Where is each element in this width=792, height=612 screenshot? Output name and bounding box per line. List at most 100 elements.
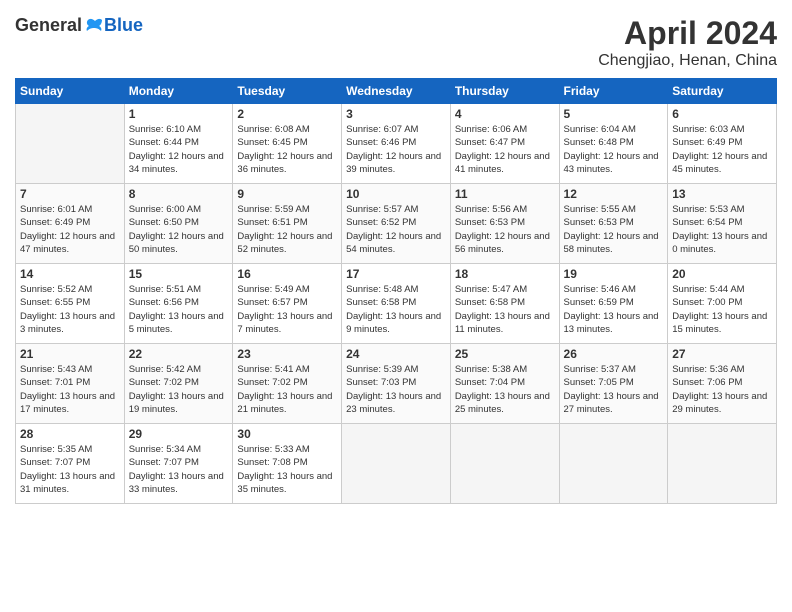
calendar-cell: 7 Sunrise: 6:01 AMSunset: 6:49 PMDaylight… bbox=[16, 184, 125, 264]
calendar-cell: 3 Sunrise: 6:07 AMSunset: 6:46 PMDaylight… bbox=[342, 104, 451, 184]
day-number: 9 bbox=[237, 187, 337, 201]
day-info: Sunrise: 6:07 AMSunset: 6:46 PMDaylight:… bbox=[346, 123, 446, 176]
day-info: Sunrise: 5:51 AMSunset: 6:56 PMDaylight:… bbox=[129, 283, 229, 336]
calendar-cell: 5Sunrise: 6:04 AMSunset: 6:48 PMDaylight… bbox=[559, 104, 668, 184]
day-info: Sunrise: 5:43 AMSunset: 7:01 PMDaylight:… bbox=[20, 363, 120, 416]
day-number: 20 bbox=[672, 267, 772, 281]
calendar-header-row: SundayMondayTuesdayWednesdayThursdayFrid… bbox=[16, 79, 777, 104]
day-info: Sunrise: 5:41 AMSunset: 7:02 PMDaylight:… bbox=[237, 363, 337, 416]
calendar-cell: 17 Sunrise: 5:48 AMSunset: 6:58 PMDayligh… bbox=[342, 264, 451, 344]
calendar-cell: 2Sunrise: 6:08 AMSunset: 6:45 PMDaylight… bbox=[233, 104, 342, 184]
calendar-cell: 26 Sunrise: 5:37 AMSunset: 7:05 PMDayligh… bbox=[559, 344, 668, 424]
calendar-cell: 8Sunrise: 6:00 AMSunset: 6:50 PMDaylight… bbox=[124, 184, 233, 264]
calendar-cell: 24Sunrise: 5:39 AMSunset: 7:03 PMDayligh… bbox=[342, 344, 451, 424]
day-info: Sunrise: 6:06 AMSunset: 6:47 PMDaylight:… bbox=[455, 123, 555, 176]
calendar-cell: 28Sunrise: 5:35 AMSunset: 7:07 PMDayligh… bbox=[16, 424, 125, 504]
logo: General Blue bbox=[15, 15, 143, 36]
day-info: Sunrise: 5:46 AMSunset: 6:59 PMDaylight:… bbox=[564, 283, 664, 336]
calendar-cell: 18 Sunrise: 5:47 AMSunset: 6:58 PMDayligh… bbox=[450, 264, 559, 344]
calendar-cell: 16 Sunrise: 5:49 AMSunset: 6:57 PMDayligh… bbox=[233, 264, 342, 344]
calendar-cell: 23 Sunrise: 5:41 AMSunset: 7:02 PMDayligh… bbox=[233, 344, 342, 424]
day-info: Sunrise: 5:38 AMSunset: 7:04 PMDaylight:… bbox=[455, 363, 555, 416]
day-number: 17 bbox=[346, 267, 446, 281]
day-info: Sunrise: 5:55 AMSunset: 6:53 PMDaylight:… bbox=[564, 203, 664, 256]
calendar-cell: 21 Sunrise: 5:43 AMSunset: 7:01 PMDayligh… bbox=[16, 344, 125, 424]
day-number: 4 bbox=[455, 107, 555, 121]
day-info: Sunrise: 5:52 AMSunset: 6:55 PMDaylight:… bbox=[20, 283, 120, 336]
calendar-cell bbox=[668, 424, 777, 504]
day-info: Sunrise: 6:08 AMSunset: 6:45 PMDaylight:… bbox=[237, 123, 337, 176]
calendar-cell: 13 Sunrise: 5:53 AMSunset: 6:54 PMDayligh… bbox=[668, 184, 777, 264]
page-container: General Blue April 2024 Chengjiao, Henan… bbox=[0, 0, 792, 514]
calendar-week-4: 21 Sunrise: 5:43 AMSunset: 7:01 PMDayligh… bbox=[16, 344, 777, 424]
calendar-cell: 19Sunrise: 5:46 AMSunset: 6:59 PMDayligh… bbox=[559, 264, 668, 344]
day-number: 12 bbox=[564, 187, 664, 201]
calendar-week-2: 7 Sunrise: 6:01 AMSunset: 6:49 PMDaylight… bbox=[16, 184, 777, 264]
day-number: 24 bbox=[346, 347, 446, 361]
day-number: 16 bbox=[237, 267, 337, 281]
day-info: Sunrise: 5:59 AMSunset: 6:51 PMDaylight:… bbox=[237, 203, 337, 256]
header-thursday: Thursday bbox=[450, 79, 559, 104]
calendar-cell bbox=[559, 424, 668, 504]
day-info: Sunrise: 5:48 AMSunset: 6:58 PMDaylight:… bbox=[346, 283, 446, 336]
calendar-cell: 22Sunrise: 5:42 AMSunset: 7:02 PMDayligh… bbox=[124, 344, 233, 424]
calendar-cell: 12 Sunrise: 5:55 AMSunset: 6:53 PMDayligh… bbox=[559, 184, 668, 264]
day-number: 13 bbox=[672, 187, 772, 201]
day-number: 23 bbox=[237, 347, 337, 361]
day-number: 7 bbox=[20, 187, 120, 201]
calendar-cell: 27 Sunrise: 5:36 AMSunset: 7:06 PMDayligh… bbox=[668, 344, 777, 424]
day-number: 25 bbox=[455, 347, 555, 361]
page-header: General Blue April 2024 Chengjiao, Henan… bbox=[15, 15, 777, 70]
day-number: 27 bbox=[672, 347, 772, 361]
day-number: 26 bbox=[564, 347, 664, 361]
day-info: Sunrise: 5:34 AMSunset: 7:07 PMDaylight:… bbox=[129, 443, 229, 496]
day-info: Sunrise: 5:53 AMSunset: 6:54 PMDaylight:… bbox=[672, 203, 772, 256]
calendar-cell: 25 Sunrise: 5:38 AMSunset: 7:04 PMDayligh… bbox=[450, 344, 559, 424]
calendar-cell: 9 Sunrise: 5:59 AMSunset: 6:51 PMDaylight… bbox=[233, 184, 342, 264]
calendar-table: SundayMondayTuesdayWednesdayThursdayFrid… bbox=[15, 78, 777, 504]
calendar-cell bbox=[342, 424, 451, 504]
calendar-week-5: 28Sunrise: 5:35 AMSunset: 7:07 PMDayligh… bbox=[16, 424, 777, 504]
day-info: Sunrise: 5:56 AMSunset: 6:53 PMDaylight:… bbox=[455, 203, 555, 256]
day-number: 30 bbox=[237, 427, 337, 441]
day-info: Sunrise: 6:03 AMSunset: 6:49 PMDaylight:… bbox=[672, 123, 772, 176]
header-monday: Monday bbox=[124, 79, 233, 104]
day-number: 1 bbox=[129, 107, 229, 121]
day-number: 22 bbox=[129, 347, 229, 361]
calendar-cell: 1 Sunrise: 6:10 AMSunset: 6:44 PMDaylight… bbox=[124, 104, 233, 184]
day-number: 21 bbox=[20, 347, 120, 361]
day-number: 3 bbox=[346, 107, 446, 121]
day-number: 15 bbox=[129, 267, 229, 281]
day-number: 6 bbox=[672, 107, 772, 121]
day-info: Sunrise: 5:47 AMSunset: 6:58 PMDaylight:… bbox=[455, 283, 555, 336]
day-info: Sunrise: 5:37 AMSunset: 7:05 PMDaylight:… bbox=[564, 363, 664, 416]
title-section: April 2024 Chengjiao, Henan, China bbox=[598, 15, 777, 70]
calendar-cell: 10Sunrise: 5:57 AMSunset: 6:52 PMDayligh… bbox=[342, 184, 451, 264]
calendar-cell: 6 Sunrise: 6:03 AMSunset: 6:49 PMDaylight… bbox=[668, 104, 777, 184]
header-saturday: Saturday bbox=[668, 79, 777, 104]
day-number: 14 bbox=[20, 267, 120, 281]
logo-blue: Blue bbox=[104, 15, 143, 36]
calendar-cell: 11 Sunrise: 5:56 AMSunset: 6:53 PMDayligh… bbox=[450, 184, 559, 264]
day-info: Sunrise: 6:01 AMSunset: 6:49 PMDaylight:… bbox=[20, 203, 120, 256]
day-number: 5 bbox=[564, 107, 664, 121]
calendar-cell: 4 Sunrise: 6:06 AMSunset: 6:47 PMDaylight… bbox=[450, 104, 559, 184]
location: Chengjiao, Henan, China bbox=[598, 52, 777, 70]
calendar-cell bbox=[16, 104, 125, 184]
day-info: Sunrise: 6:10 AMSunset: 6:44 PMDaylight:… bbox=[129, 123, 229, 176]
calendar-cell: 30 Sunrise: 5:33 AMSunset: 7:08 PMDayligh… bbox=[233, 424, 342, 504]
month-title: April 2024 bbox=[598, 15, 777, 52]
calendar-cell: 20Sunrise: 5:44 AMSunset: 7:00 PMDayligh… bbox=[668, 264, 777, 344]
header-wednesday: Wednesday bbox=[342, 79, 451, 104]
calendar-cell: 29Sunrise: 5:34 AMSunset: 7:07 PMDayligh… bbox=[124, 424, 233, 504]
calendar-cell: 14 Sunrise: 5:52 AMSunset: 6:55 PMDayligh… bbox=[16, 264, 125, 344]
calendar-cell bbox=[450, 424, 559, 504]
day-number: 11 bbox=[455, 187, 555, 201]
day-info: Sunrise: 5:49 AMSunset: 6:57 PMDaylight:… bbox=[237, 283, 337, 336]
day-info: Sunrise: 6:00 AMSunset: 6:50 PMDaylight:… bbox=[129, 203, 229, 256]
header-tuesday: Tuesday bbox=[233, 79, 342, 104]
day-number: 18 bbox=[455, 267, 555, 281]
day-info: Sunrise: 5:36 AMSunset: 7:06 PMDaylight:… bbox=[672, 363, 772, 416]
day-info: Sunrise: 5:33 AMSunset: 7:08 PMDaylight:… bbox=[237, 443, 337, 496]
calendar-week-1: 1 Sunrise: 6:10 AMSunset: 6:44 PMDaylight… bbox=[16, 104, 777, 184]
